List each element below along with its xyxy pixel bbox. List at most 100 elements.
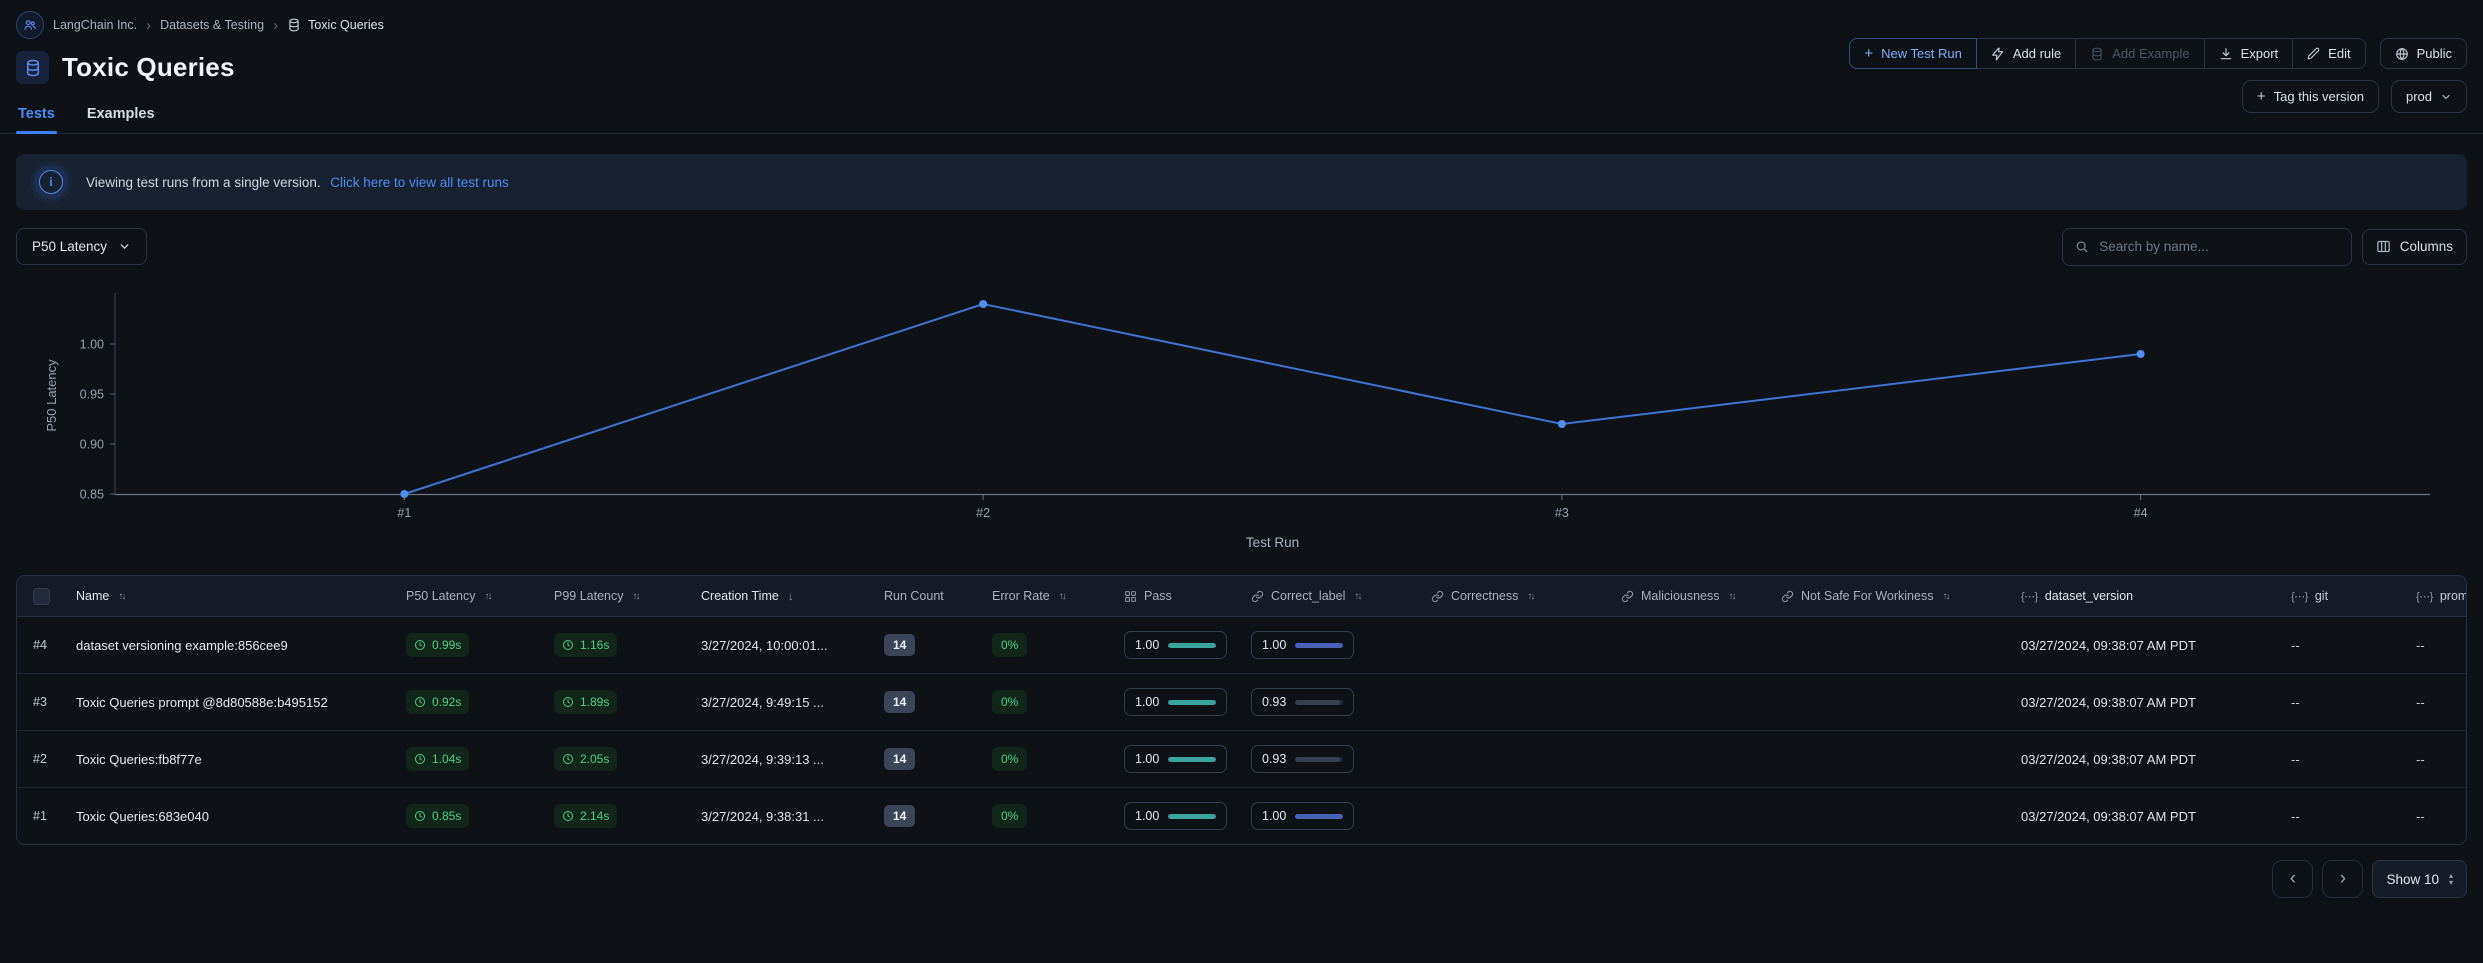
run-name-link[interactable]: Toxic Queries prompt @8d80588e:b495152 <box>76 695 406 710</box>
sort-icon[interactable]: ↑↓ <box>1942 591 1948 602</box>
run-name-link[interactable]: Toxic Queries:683e040 <box>76 809 406 824</box>
select-all-checkbox[interactable] <box>33 588 50 605</box>
run-count-badge: 14 <box>884 805 915 827</box>
new-test-run-button[interactable]: + New Test Run <box>1849 38 1976 69</box>
table-row[interactable]: #2 Toxic Queries:fb8f77e 1.04s 2.05s 3/2… <box>17 731 2466 788</box>
breadcrumb-org[interactable]: LangChain Inc. <box>53 18 137 32</box>
columns-icon <box>2376 239 2391 254</box>
col-p50-latency[interactable]: P50 Latency↑↓ <box>406 589 554 603</box>
col-correctness[interactable]: Correctness↑↓ <box>1431 589 1621 603</box>
download-icon <box>2219 47 2233 61</box>
public-button[interactable]: Public <box>2380 38 2467 69</box>
sort-icon[interactable]: ↑↓ <box>1729 591 1735 602</box>
run-name-link[interactable]: dataset versioning example:856cee9 <box>76 638 406 653</box>
run-number: #3 <box>17 695 76 709</box>
col-correct-label[interactable]: Correct_label↑↓ <box>1251 589 1431 603</box>
creation-time: 3/27/2024, 10:00:01... <box>701 638 884 653</box>
y-tick-label: 0.85 <box>80 488 104 502</box>
chevron-right-icon: › <box>2340 868 2346 890</box>
dataset-version-value: 03/27/2024, 09:38:07 AM PDT <box>2021 809 2291 824</box>
prompt-value: -- <box>2416 752 2467 767</box>
chart-point[interactable] <box>1558 420 1566 428</box>
chart-point[interactable] <box>979 300 987 308</box>
edit-button[interactable]: Edit <box>2292 38 2365 69</box>
add-example-button[interactable]: Add Example <box>2075 38 2204 69</box>
col-maliciousness[interactable]: Maliciousness↑↓ <box>1621 589 1781 603</box>
metric-selector[interactable]: P50 Latency <box>16 228 147 265</box>
sort-icon[interactable]: ↑↓ <box>633 591 639 602</box>
tab-tests[interactable]: Tests <box>16 100 57 133</box>
clock-icon <box>414 810 426 822</box>
table-row[interactable]: #4 dataset versioning example:856cee9 0.… <box>17 617 2466 674</box>
sort-icon[interactable]: ↑↓ <box>1354 591 1360 602</box>
chart-line <box>404 304 2140 494</box>
sort-icon[interactable]: ↑↓ <box>1059 591 1065 602</box>
creation-time: 3/27/2024, 9:39:13 ... <box>701 752 884 767</box>
sort-icon[interactable]: ↑↓ <box>1527 591 1533 602</box>
version-select[interactable]: prod <box>2391 80 2467 113</box>
next-page-button[interactable]: › <box>2322 860 2363 898</box>
col-dataset-version[interactable]: {⋯}dataset_version <box>2021 589 2291 603</box>
chart-point[interactable] <box>400 490 408 498</box>
col-prompt[interactable]: {⋯}prompt <box>2416 589 2467 603</box>
link-icon <box>1781 590 1794 603</box>
tab-examples[interactable]: Examples <box>85 100 157 133</box>
p50-latency-badge: 0.85s <box>406 804 469 828</box>
col-name[interactable]: Name↑↓ <box>76 589 406 603</box>
col-creation-time[interactable]: Creation Time↓ <box>701 589 884 603</box>
braces-icon: {⋯} <box>2416 590 2433 603</box>
prompt-value: -- <box>2416 695 2467 710</box>
export-button[interactable]: Export <box>2204 38 2294 69</box>
sort-icon[interactable]: ↑↓ <box>485 591 491 602</box>
org-avatar[interactable] <box>16 11 44 39</box>
git-value: -- <box>2291 752 2416 767</box>
bolt-icon <box>1991 47 2005 61</box>
chart-point[interactable] <box>2137 350 2145 358</box>
plus-icon: + <box>2257 88 2266 105</box>
table-row[interactable]: #3 Toxic Queries prompt @8d80588e:b49515… <box>17 674 2466 731</box>
y-tick-label: 0.90 <box>80 438 104 452</box>
col-p99-latency[interactable]: P99 Latency↑↓ <box>554 589 701 603</box>
prev-page-button[interactable]: ‹ <box>2272 860 2313 898</box>
breadcrumb-current: Toxic Queries <box>287 18 384 32</box>
sort-icon[interactable]: ↑↓ <box>118 591 124 602</box>
table-row[interactable]: #1 Toxic Queries:683e040 0.85s 2.14s 3/2… <box>17 788 2466 844</box>
p99-latency-badge: 2.05s <box>554 747 617 771</box>
error-rate-badge: 0% <box>992 804 1027 828</box>
prompt-value: -- <box>2416 638 2467 653</box>
col-pass[interactable]: Pass <box>1124 589 1251 603</box>
pagination: ‹ › Show 10 ▴▾ <box>16 860 2467 898</box>
breadcrumb-section[interactable]: Datasets & Testing <box>160 18 264 32</box>
add-rule-button[interactable]: Add rule <box>1976 38 2076 69</box>
pencil-icon <box>2307 47 2320 60</box>
run-name-link[interactable]: Toxic Queries:fb8f77e <box>76 752 406 767</box>
braces-icon: {⋯} <box>2021 590 2038 603</box>
search-input[interactable] <box>2097 238 2339 255</box>
latency-chart-container: 0.850.900.951.00#1#2#3#4P50 LatencyTest … <box>16 265 2467 565</box>
prompt-value: -- <box>2416 809 2467 824</box>
page-size-select[interactable]: Show 10 ▴▾ <box>2372 860 2467 898</box>
git-value: -- <box>2291 695 2416 710</box>
search-icon <box>2075 239 2089 254</box>
p50-latency-badge: 1.04s <box>406 747 469 771</box>
banner-link[interactable]: Click here to view all test runs <box>330 175 509 190</box>
link-icon <box>1251 590 1264 603</box>
col-error-rate[interactable]: Error Rate↑↓ <box>992 589 1124 603</box>
correct-label-score: 0.93 <box>1251 745 1354 773</box>
tag-version-button[interactable]: + Tag this version <box>2242 80 2379 113</box>
pass-score: 1.00 <box>1124 688 1227 716</box>
run-count-badge: 14 <box>884 691 915 713</box>
col-not-safe-for-workiness[interactable]: Not Safe For Workiness↑↓ <box>1781 589 2021 603</box>
run-number: #2 <box>17 752 76 766</box>
pass-score: 1.00 <box>1124 631 1227 659</box>
columns-button[interactable]: Columns <box>2362 229 2467 265</box>
sort-desc-icon[interactable]: ↓ <box>788 589 794 603</box>
plus-icon: + <box>1864 45 1873 62</box>
link-icon <box>1621 590 1634 603</box>
p50-latency-badge: 0.99s <box>406 633 469 657</box>
error-rate-badge: 0% <box>992 633 1027 657</box>
col-run-count[interactable]: Run Count <box>884 589 992 603</box>
chevron-right-icon: › <box>273 18 278 33</box>
col-git[interactable]: {⋯}git <box>2291 589 2416 603</box>
y-axis-title: P50 Latency <box>44 359 59 432</box>
